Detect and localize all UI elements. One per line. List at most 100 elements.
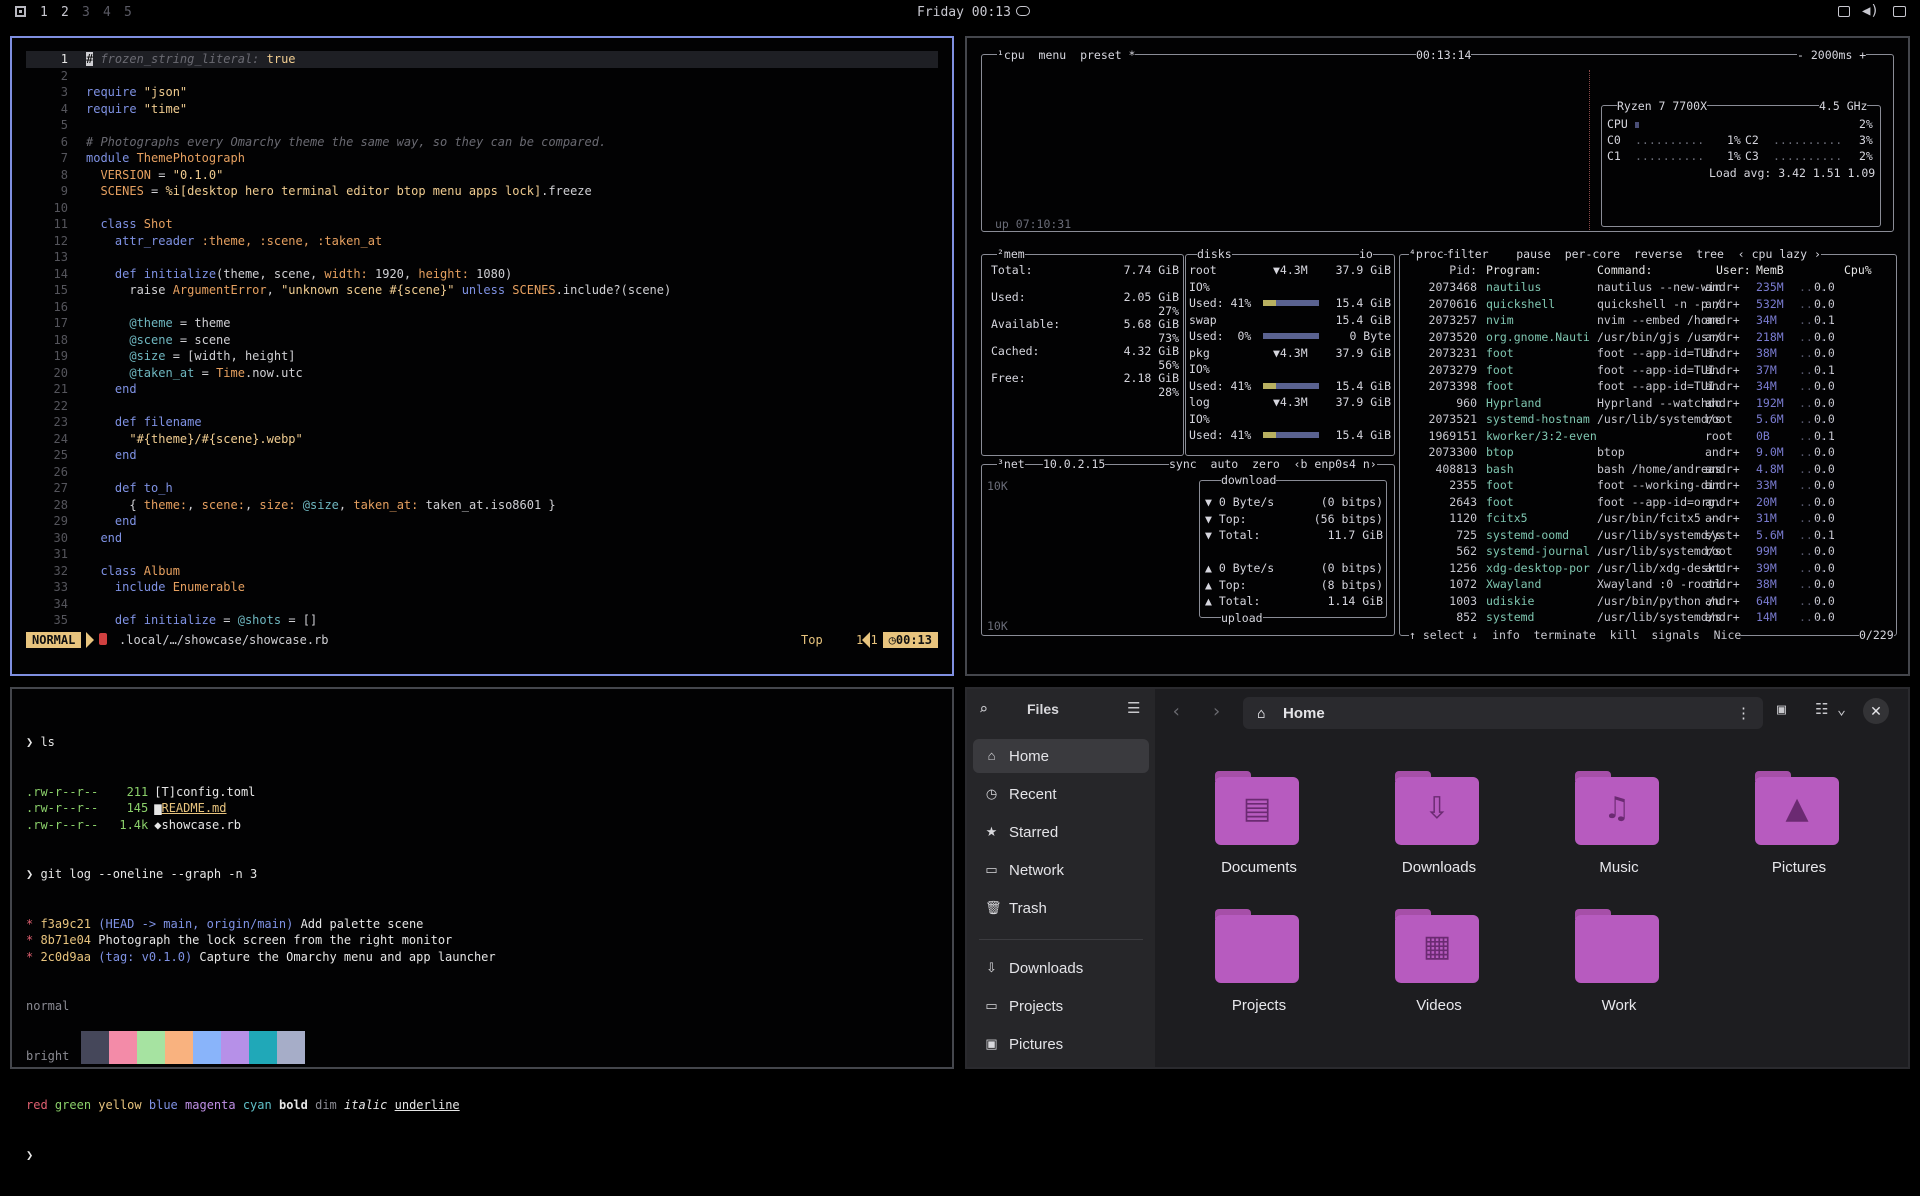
sidebar-item-recent[interactable]: ◷ Recent [973, 777, 1149, 811]
code-line[interactable]: 29 end [26, 513, 938, 530]
code-line[interactable]: 31 [26, 546, 938, 563]
workspace-3[interactable]: 3 [82, 5, 90, 20]
header-program[interactable]: Program: [1486, 262, 1541, 279]
code-line[interactable]: 3 require "json" [26, 84, 938, 101]
code-line[interactable]: 13 [26, 249, 938, 266]
files-window[interactable]: ⌕ Files ☰ ⌂ Home ◷ Recent ★ Starred ▭ Network 🗑 T… [965, 687, 1910, 1069]
code-line[interactable]: 1 # frozen_string_literal: true [26, 51, 938, 68]
close-button[interactable]: ✕ [1863, 698, 1889, 724]
folder-music[interactable]: ♫ Music [1559, 771, 1659, 891]
folder-documents[interactable]: ▤ Documents [1199, 771, 1299, 891]
new-tab-icon[interactable]: ▣ [1777, 700, 1786, 718]
code-line[interactable]: 12 attr_reader :theme, :scene, :taken_at [26, 233, 938, 250]
disk-name: root [1189, 263, 1217, 277]
code-line[interactable]: 8 VERSION = "0.1.0" [26, 167, 938, 184]
volume-icon[interactable]: ◀) [1862, 3, 1879, 19]
cpu-header-tabs[interactable]: ¹cpu menu preset * [997, 47, 1136, 64]
code-line[interactable]: 27 def to_h [26, 480, 938, 497]
code-line[interactable]: 17 @theme = theme [26, 315, 938, 332]
cpu-sparkline: ..... [1799, 280, 1834, 294]
header-user[interactable]: User: [1716, 262, 1751, 279]
workspace-1[interactable]: 1 [40, 5, 48, 20]
code-line[interactable]: 4 require "time" [26, 101, 938, 118]
omarchy-logo-icon[interactable] [15, 6, 26, 17]
code-line[interactable]: 24 "#{theme}/#{scene}.webp" [26, 431, 938, 448]
clock[interactable]: Friday 00:13 [917, 5, 1011, 20]
proc-controls[interactable]: filter pause per-core reverse tree ‹ cpu… [1447, 246, 1821, 263]
folder-videos[interactable]: ▦ Videos [1379, 909, 1479, 1029]
disks-title[interactable]: disks [1197, 246, 1232, 263]
code-line[interactable]: 9 SCENES = %i[desktop hero terminal edit… [26, 183, 938, 200]
weather-icon[interactable] [1016, 6, 1030, 16]
btop-pane[interactable]: ¹cpu menu preset * 00:13:14 - 2000ms + u… [965, 36, 1910, 676]
header-command[interactable]: Command: [1597, 262, 1652, 279]
code-line[interactable]: 5 [26, 117, 938, 134]
folder-name: Videos [1416, 997, 1462, 1014]
location-bar[interactable]: ⌂ Home ⋮ [1243, 697, 1763, 729]
code-line[interactable]: 26 [26, 464, 938, 481]
code-line[interactable]: 18 @scene = scene [26, 332, 938, 349]
code-line[interactable]: 30 end [26, 530, 938, 547]
workspace-5[interactable]: 5 [124, 5, 132, 20]
code-line[interactable]: 7 module ThemePhotograph [26, 150, 938, 167]
header-pid[interactable]: Pid: [1407, 262, 1477, 279]
net-controls[interactable]: sync auto zero ‹b enp0s4 n› [1169, 456, 1377, 473]
bookmark-item-downloads[interactable]: ⇩ Downloads [973, 951, 1149, 985]
view-list-icon[interactable]: ☷ [1815, 700, 1828, 718]
chevron-down-icon[interactable]: ⌄ [1837, 700, 1846, 718]
search-icon[interactable]: ⌕ [979, 700, 988, 718]
code-token: class [86, 217, 144, 231]
mem-title[interactable]: ²mem [997, 246, 1025, 263]
code-line[interactable]: 21 end [26, 381, 938, 398]
bookmark-item-projects[interactable]: ▭ Projects [973, 989, 1149, 1023]
code-line[interactable]: 33 include Enumerable [26, 579, 938, 596]
line-number: 27 [53, 481, 68, 495]
code-line[interactable]: 19 @size = [width, height] [26, 348, 938, 365]
code-line[interactable]: 20 @taken_at = Time.now.utc [26, 365, 938, 382]
folder-pictures[interactable]: ▲ Pictures [1739, 771, 1839, 891]
back-icon[interactable]: ‹ [1171, 701, 1182, 722]
code-line[interactable]: 2 [26, 68, 938, 85]
workspace-2[interactable]: 2 [61, 5, 69, 20]
code-line[interactable]: 10 [26, 200, 938, 217]
folder-work[interactable]: Work [1559, 909, 1659, 1029]
display-icon[interactable] [1893, 6, 1906, 17]
sidebar-item-starred[interactable]: ★ Starred [973, 815, 1149, 849]
proc-title[interactable]: ⁴proc [1409, 246, 1444, 263]
hamburger-menu-icon[interactable]: ☰ [1127, 699, 1140, 717]
screen-record-icon[interactable] [1838, 6, 1850, 17]
forward-icon[interactable]: › [1211, 701, 1222, 722]
code-line[interactable]: 6 # Photographs every Omarchy theme the s… [26, 134, 938, 151]
code-line[interactable]: 11 class Shot [26, 216, 938, 233]
folder-projects[interactable]: Projects [1199, 909, 1299, 1029]
code-line[interactable]: 22 [26, 398, 938, 415]
more-options-icon[interactable]: ⋮ [1736, 704, 1751, 722]
header-mem[interactable]: MemB [1756, 262, 1784, 279]
sidebar-item-trash[interactable]: 🗑 Trash [973, 891, 1149, 925]
net-title[interactable]: ³net [997, 456, 1025, 473]
style-sample-cyan: cyan [242, 1098, 272, 1112]
header-cpu[interactable]: Cpu% [1844, 262, 1872, 279]
code-buffer[interactable]: 1 # frozen_string_literal: true 2 3 require … [26, 51, 938, 629]
bookmark-item-pictures[interactable]: ▣ Pictures [973, 1027, 1149, 1061]
sidebar-item-home[interactable]: ⌂ Home [973, 739, 1149, 773]
update-interval[interactable]: - 2000ms + [1797, 47, 1867, 64]
code-line[interactable]: 32 class Album [26, 563, 938, 580]
code-line[interactable]: 15 raise ArgumentError, "unknown scene #… [26, 282, 938, 299]
code-line[interactable]: 16 [26, 299, 938, 316]
code-line[interactable]: 23 def filename [26, 414, 938, 431]
core-label-c3: C3 [1745, 149, 1759, 163]
command-ls: ls [40, 735, 55, 749]
code-line[interactable]: 28 { theme:, scene:, size: @size, taken_… [26, 497, 938, 514]
code-line[interactable]: 35 def initialize = @shots = [] [26, 612, 938, 629]
code-line[interactable]: 25 end [26, 447, 938, 464]
code-line[interactable]: 14 def initialize(theme, scene, width: 1… [26, 266, 938, 283]
code-line[interactable]: 34 [26, 596, 938, 613]
workspace-4[interactable]: 4 [103, 5, 111, 20]
sidebar-item-network[interactable]: ▭ Network [973, 853, 1149, 887]
terminal-pane[interactable]: ❯ ls .rw-r--r-- 211 [T]config.toml .rw-r--r… [10, 687, 954, 1162]
io-toggle[interactable]: io [1359, 246, 1373, 263]
proc-footer[interactable]: ↑ select ↓ info terminate kill signals N… [1409, 627, 1742, 644]
neovim-editor-pane[interactable]: 1 # frozen_string_literal: true 2 3 require … [10, 36, 954, 676]
folder-downloads[interactable]: ⇩ Downloads [1379, 771, 1479, 891]
